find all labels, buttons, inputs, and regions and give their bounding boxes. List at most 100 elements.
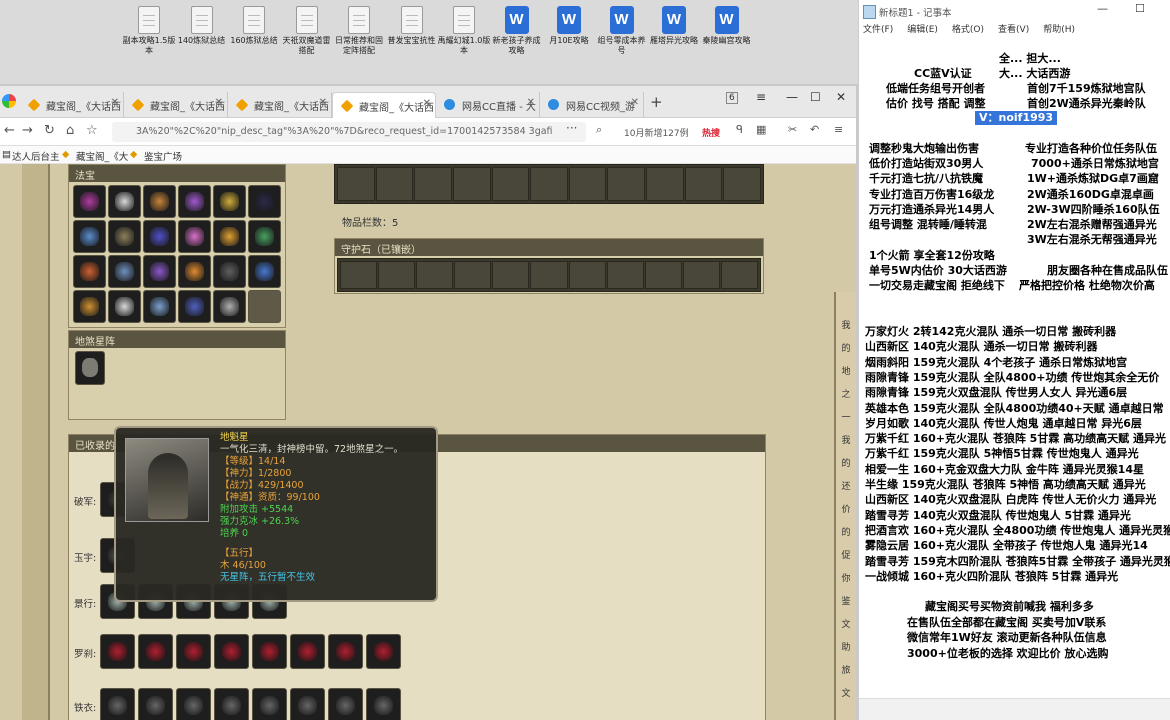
- close-icon[interactable]: ✕: [836, 90, 846, 104]
- tab-5[interactable]: 网易CC视频_游 ✕: [540, 92, 644, 118]
- fabao-item[interactable]: [143, 185, 176, 218]
- tab-close-icon[interactable]: ✕: [319, 97, 327, 108]
- fabao-item[interactable]: [248, 255, 281, 288]
- collected-item[interactable]: [100, 634, 135, 669]
- empty-slot[interactable]: [684, 167, 723, 201]
- fabao-item[interactable]: [108, 185, 141, 218]
- fabao-item[interactable]: [213, 220, 246, 253]
- collected-item[interactable]: [252, 634, 287, 669]
- collected-item[interactable]: [252, 688, 287, 720]
- star-slot[interactable]: [75, 351, 105, 385]
- desktop-icon[interactable]: 日常推荐和固定阵搭配: [332, 6, 386, 56]
- empty-slot[interactable]: [682, 261, 720, 289]
- empty-slot[interactable]: [337, 167, 375, 201]
- tab-close-icon[interactable]: ✕: [215, 97, 223, 108]
- desktop-icon[interactable]: W 雁塔异光攻略: [647, 6, 701, 46]
- tab-1[interactable]: 藏宝阁_《大话西 ✕: [124, 92, 228, 118]
- fabao-item[interactable]: [108, 255, 141, 288]
- empty-slot[interactable]: [530, 167, 568, 201]
- shield-icon[interactable]: ᑫ: [736, 123, 743, 136]
- fabao-item[interactable]: [213, 290, 246, 323]
- empty-slot[interactable]: [454, 261, 492, 289]
- collected-item[interactable]: [290, 688, 325, 720]
- more-icon[interactable]: ···: [566, 121, 577, 135]
- hot-search-badge[interactable]: 热搜: [702, 126, 720, 139]
- tab-2[interactable]: 藏宝阁_《大话西 ✕: [228, 92, 332, 118]
- empty-slot[interactable]: [568, 167, 607, 201]
- empty-slot[interactable]: [568, 261, 606, 289]
- collected-item[interactable]: [366, 634, 401, 669]
- empty-slot[interactable]: [378, 261, 416, 289]
- tab-close-icon[interactable]: ✕: [423, 98, 431, 109]
- empty-slot[interactable]: [248, 290, 281, 323]
- undo-icon[interactable]: ↶: [810, 123, 819, 136]
- collected-item[interactable]: [100, 688, 135, 720]
- empty-slot[interactable]: [414, 167, 452, 201]
- forward-icon[interactable]: →: [22, 123, 33, 138]
- home-icon[interactable]: ⌂: [66, 123, 74, 138]
- collected-item[interactable]: [290, 634, 325, 669]
- collected-item[interactable]: [366, 688, 401, 720]
- empty-slot[interactable]: [340, 261, 378, 289]
- tab-close-icon[interactable]: ✕: [111, 97, 119, 108]
- search-icon[interactable]: ⌕: [596, 123, 602, 137]
- fabao-item[interactable]: [178, 185, 211, 218]
- empty-slot[interactable]: [606, 261, 644, 289]
- fabao-item[interactable]: [248, 220, 281, 253]
- tab-0[interactable]: 藏宝阁_《大话西 ✕: [20, 92, 124, 118]
- fabao-item[interactable]: [108, 220, 141, 253]
- fabao-item[interactable]: [213, 185, 246, 218]
- minimize-icon[interactable]: —: [786, 90, 798, 104]
- np-maximize-icon[interactable]: ☐: [1135, 2, 1145, 15]
- fabao-item[interactable]: [73, 185, 106, 218]
- empty-slot[interactable]: [607, 167, 646, 201]
- fabao-item[interactable]: [143, 290, 176, 323]
- empty-slot[interactable]: [416, 261, 454, 289]
- menu-item[interactable]: 文件(F): [863, 22, 893, 36]
- fabao-item[interactable]: [178, 220, 211, 253]
- desktop-icon[interactable]: 副本攻略1.5版本: [122, 6, 176, 56]
- tab-count-badge[interactable]: 6: [726, 92, 738, 104]
- collected-item[interactable]: [176, 688, 211, 720]
- fabao-item[interactable]: [143, 220, 176, 253]
- fabao-item[interactable]: [73, 290, 106, 323]
- collected-item[interactable]: [328, 634, 363, 669]
- fabao-item[interactable]: [73, 220, 106, 253]
- fabao-item[interactable]: [73, 255, 106, 288]
- empty-slot[interactable]: [491, 167, 530, 201]
- menu-item[interactable]: 查看(V): [998, 22, 1029, 36]
- tab-4[interactable]: 网易CC直播 - 大 ✕: [436, 92, 540, 118]
- empty-slot[interactable]: [723, 167, 762, 201]
- menu-icon[interactable]: ≡: [756, 90, 766, 104]
- menu-icon-2[interactable]: ≡: [834, 123, 843, 136]
- collected-item[interactable]: [176, 634, 211, 669]
- desktop-icon[interactable]: W 组号零成本养号: [595, 6, 649, 56]
- fabao-item[interactable]: [178, 290, 211, 323]
- menu-item[interactable]: 编辑(E): [907, 22, 938, 36]
- tab-close-icon[interactable]: ✕: [527, 97, 535, 108]
- collected-item[interactable]: [214, 634, 249, 669]
- desktop-icon[interactable]: W 月10E攻略: [542, 6, 596, 46]
- maximize-icon[interactable]: ☐: [810, 90, 821, 104]
- fabao-item[interactable]: [108, 290, 141, 323]
- np-minimize-icon[interactable]: —: [1097, 2, 1108, 15]
- desktop-icon[interactable]: W 秦陵幽宫攻略: [700, 6, 754, 46]
- empty-slot[interactable]: [720, 261, 759, 289]
- empty-slot[interactable]: [492, 261, 530, 289]
- refresh-icon[interactable]: ↻: [44, 123, 55, 138]
- empty-slot[interactable]: [646, 167, 684, 201]
- desktop-icon[interactable]: W 新老孩子养成攻略: [490, 6, 544, 56]
- bookmark-item[interactable]: 鉴宝广场: [144, 149, 182, 163]
- empty-slot[interactable]: [452, 167, 491, 201]
- desktop-icon[interactable]: 160炼狱总结: [227, 6, 281, 46]
- bookmark-star-icon[interactable]: ☆: [86, 123, 98, 138]
- cut-icon[interactable]: ✂: [788, 123, 797, 136]
- grid-icon[interactable]: ▦: [756, 123, 766, 136]
- collected-item[interactable]: [138, 688, 173, 720]
- collected-item[interactable]: [328, 688, 363, 720]
- fabao-item[interactable]: [143, 255, 176, 288]
- tab-close-icon[interactable]: ✕: [631, 97, 639, 108]
- new-tab-icon[interactable]: +: [650, 93, 663, 111]
- bookmark-item[interactable]: 藏宝阁_《大: [76, 149, 128, 163]
- tab-3[interactable]: 藏宝阁_《大话西 ✕: [332, 92, 436, 118]
